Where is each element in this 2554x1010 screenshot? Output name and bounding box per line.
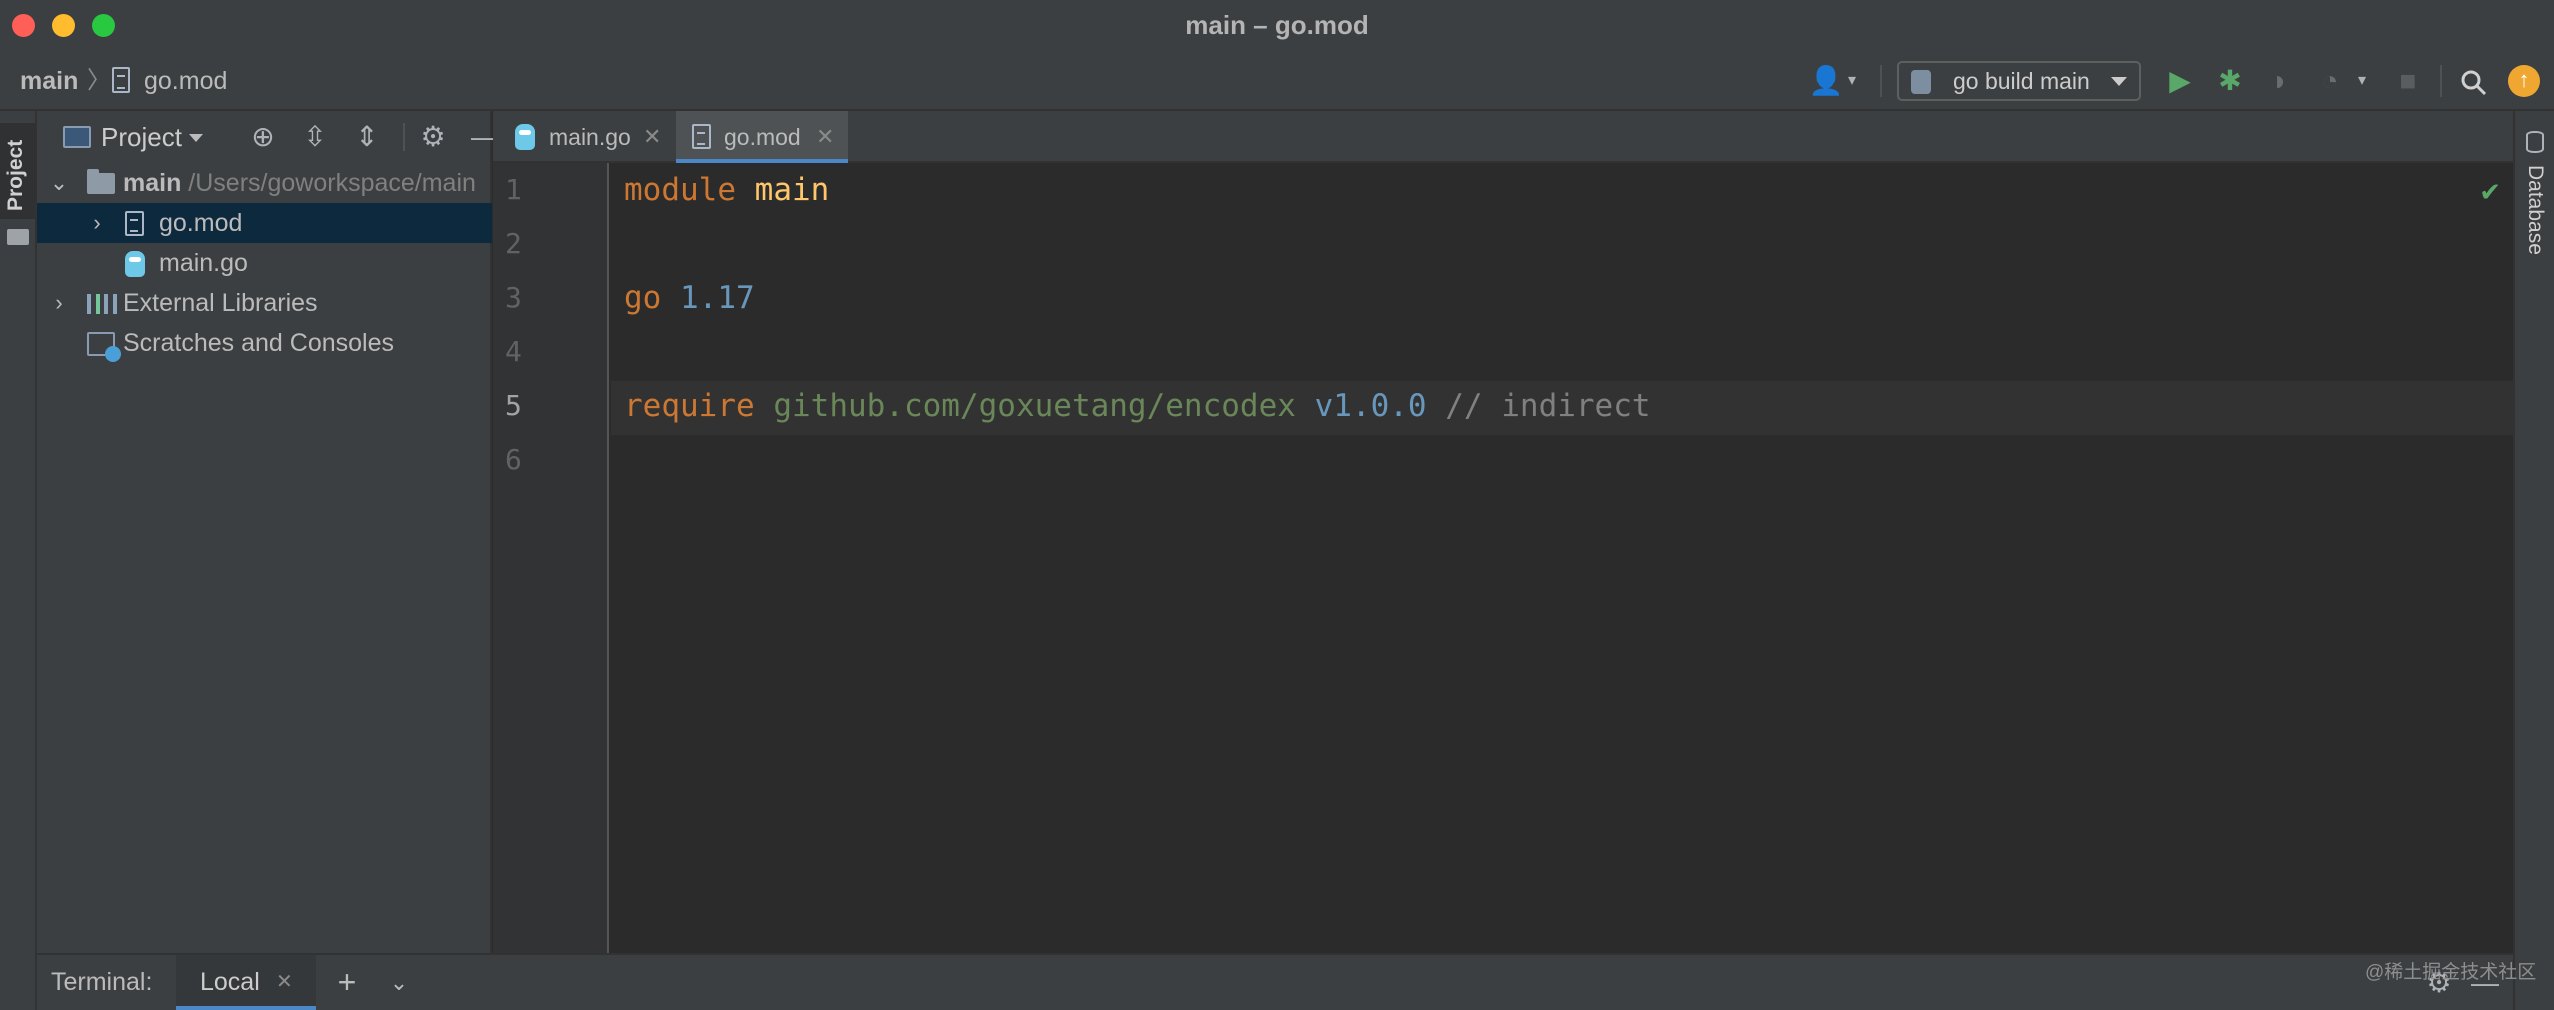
project-toolbar: Project ⊕ ⇳ ⇕ ⚙ — <box>37 111 499 163</box>
comment-token: // indirect <box>1445 388 1651 424</box>
run-configuration-label: go build main <box>1953 68 2090 94</box>
close-icon[interactable]: ✕ <box>276 955 293 1010</box>
watermark: @稀土掘金技术社区 <box>2365 962 2537 983</box>
run-icon[interactable]: ▶ <box>2162 51 2198 111</box>
user-icon[interactable]: 👤 <box>1808 51 1844 111</box>
close-icon[interactable]: ✕ <box>643 111 661 163</box>
toolbar-divider <box>403 123 405 151</box>
chevron-down-icon[interactable]: ⌄ <box>47 163 71 203</box>
mod-file-icon <box>112 67 130 93</box>
breadcrumb-root[interactable]: main <box>20 51 78 111</box>
title-bar: main – go.mod <box>0 0 2554 51</box>
chevron-down-icon[interactable]: ▾ <box>1842 51 1862 111</box>
project-tool-window-button[interactable]: Project <box>0 123 35 219</box>
tree-item-label: External Libraries <box>123 289 318 317</box>
tree-item-label: Scratches and Consoles <box>123 329 394 357</box>
gear-icon[interactable]: ⚙ <box>413 111 453 163</box>
code-editor[interactable]: 1 2 3 4 5 6 module main go 1.17 require … <box>493 163 2513 953</box>
navigation-bar: main 〉 go.mod 👤 ▾ go build main ▶ ✱ ◗ ◔ … <box>0 51 2554 111</box>
chevron-down-icon[interactable] <box>189 134 203 142</box>
folder-icon[interactable] <box>7 229 29 245</box>
line-number-current: 5 <box>505 389 522 422</box>
terminal-tab-label: Local <box>200 968 260 996</box>
breadcrumb-separator: 〉 <box>87 67 111 94</box>
keyword-token: go <box>624 280 662 316</box>
tree-item-label: go.mod <box>159 209 243 237</box>
update-icon[interactable]: ↑ <box>2508 65 2540 97</box>
window-title: main – go.mod <box>1185 10 1369 40</box>
run-configuration-dropdown[interactable]: go build main <box>1897 61 2141 101</box>
tab-go-mod[interactable]: go.mod ✕ <box>676 111 848 163</box>
libraries-icon <box>87 294 117 314</box>
search-icon[interactable] <box>2456 51 2492 111</box>
project-view-selector[interactable]: Project <box>101 111 182 163</box>
keyword-token: require <box>624 388 755 424</box>
code-line-5[interactable]: require github.com/goxuetang/encodex v1.… <box>624 379 1651 433</box>
profile-icon[interactable]: ◔ <box>2312 51 2348 111</box>
tab-label: main.go <box>549 124 631 150</box>
right-tool-strip: Database <box>2513 111 2554 1010</box>
version-token: v1.0.0 <box>1314 388 1427 424</box>
toolbar-divider <box>2440 65 2442 97</box>
tab-label: go.mod <box>724 124 801 150</box>
project-tool-label: Project <box>4 139 27 211</box>
version-token: 1.17 <box>680 280 755 316</box>
breadcrumb-file[interactable]: go.mod <box>144 51 227 111</box>
project-panel: Project ⊕ ⇳ ⇕ ⚙ — ⌄ main /Users/goworksp… <box>37 111 499 953</box>
chevron-right-icon[interactable]: › <box>47 283 71 323</box>
locate-file-icon[interactable]: ⊕ <box>243 111 283 163</box>
chevron-down-icon[interactable]: ▾ <box>2352 51 2372 111</box>
terminal-tab-local[interactable]: Local ✕ <box>176 955 316 1010</box>
chevron-down-icon <box>2111 77 2127 86</box>
line-number: 4 <box>505 335 522 368</box>
terminal-bar: Terminal: Local ✕ + ⌄ ⚙ — <box>37 953 2513 1010</box>
line-number: 6 <box>505 443 522 476</box>
go-file-icon <box>515 124 535 150</box>
folder-icon <box>87 169 115 194</box>
check-icon[interactable]: ✔ <box>2479 177 2501 208</box>
line-number: 3 <box>505 281 522 314</box>
module-path-token: github.com/goxuetang/encodex <box>773 388 1296 424</box>
database-tool-label[interactable]: Database <box>2523 165 2547 255</box>
chevron-down-icon[interactable]: ⌄ <box>381 955 417 1010</box>
go-build-icon <box>1911 70 1931 94</box>
chevron-right-icon[interactable]: › <box>85 203 109 243</box>
left-tool-strip: Project <box>0 111 37 1010</box>
tree-item-go-mod[interactable]: › go.mod <box>37 203 492 243</box>
code-line-1[interactable]: module main <box>624 163 829 217</box>
expand-all-icon[interactable]: ⇳ <box>295 111 335 163</box>
keyword-token: module <box>624 172 736 208</box>
database-icon[interactable] <box>2526 131 2544 153</box>
stop-icon[interactable]: ■ <box>2390 51 2426 111</box>
collapse-all-icon[interactable]: ⇕ <box>347 111 387 163</box>
debug-icon[interactable]: ✱ <box>2212 51 2248 111</box>
code-line-3[interactable]: go 1.17 <box>624 271 755 325</box>
tree-item-external-libraries[interactable]: › External Libraries <box>37 283 492 323</box>
scratches-icon <box>87 332 121 362</box>
add-icon[interactable]: + <box>329 955 365 1010</box>
terminal-label: Terminal: <box>51 968 153 996</box>
toolbar-divider <box>1880 65 1882 97</box>
line-number-gutter: 1 2 3 4 5 6 <box>493 163 609 953</box>
tree-item-label: main <box>123 169 182 197</box>
project-view-icon <box>63 126 91 148</box>
module-name-token: main <box>754 172 830 208</box>
go-file-icon <box>125 251 145 277</box>
tab-main-go[interactable]: main.go ✕ <box>493 111 669 163</box>
line-number: 2 <box>505 227 522 260</box>
tree-item-main[interactable]: ⌄ main /Users/goworkspace/main <box>37 163 492 203</box>
tree-item-label: main.go <box>159 249 248 277</box>
mod-file-icon <box>125 211 144 236</box>
editor-tab-bar: main.go ✕ go.mod ✕ <box>493 111 2513 163</box>
mod-file-icon <box>692 124 711 149</box>
line-number: 1 <box>505 173 522 206</box>
tree-item-scratches[interactable]: Scratches and Consoles <box>37 323 492 363</box>
tree-item-path: /Users/goworkspace/main <box>181 169 476 197</box>
close-icon[interactable]: ✕ <box>816 111 834 163</box>
tree-item-main-go[interactable]: main.go <box>37 243 492 283</box>
coverage-icon[interactable]: ◗ <box>2262 51 2298 111</box>
